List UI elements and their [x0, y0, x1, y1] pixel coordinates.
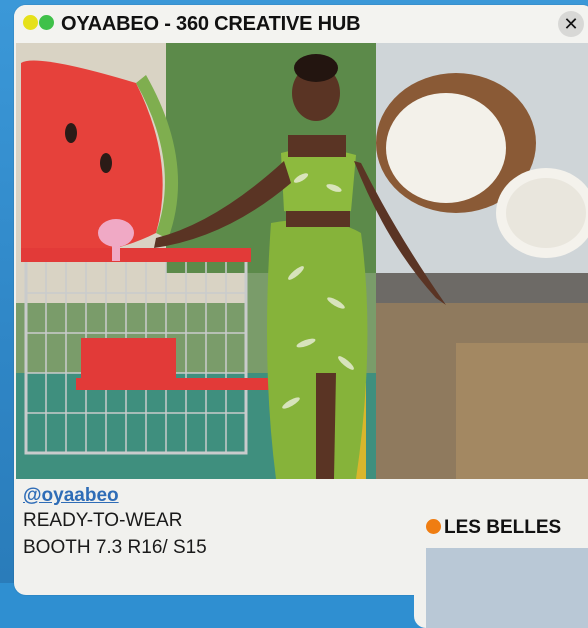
window-dot-yellow[interactable] [23, 15, 38, 30]
second-window[interactable]: LES BELLES [414, 508, 588, 628]
close-button[interactable]: ✕ [558, 11, 584, 37]
caption: @oyaabeo READY-TO-WEAR BOOTH 7.3 R16/ S1… [23, 485, 423, 561]
window-dot-orange[interactable] [426, 519, 441, 534]
booth-label: BOOTH 7.3 R16/ S15 [23, 537, 207, 558]
close-icon[interactable]: ✕ [563, 14, 578, 34]
category-label: READY-TO-WEAR [23, 510, 183, 531]
second-window-preview [426, 548, 588, 628]
window-dot-green[interactable] [39, 15, 54, 30]
fashion-photo [16, 43, 588, 479]
instagram-handle-link[interactable]: @oyaabeo [23, 485, 119, 507]
window-title: OYAABEO - 360 CREATIVE HUB [61, 13, 361, 35]
main-window: OYAABEO - 360 CREATIVE HUB ✕ @oyaabeo RE… [14, 5, 588, 595]
title-bar: OYAABEO - 360 CREATIVE HUB ✕ [14, 5, 588, 43]
second-window-title: LES BELLES [444, 517, 562, 538]
